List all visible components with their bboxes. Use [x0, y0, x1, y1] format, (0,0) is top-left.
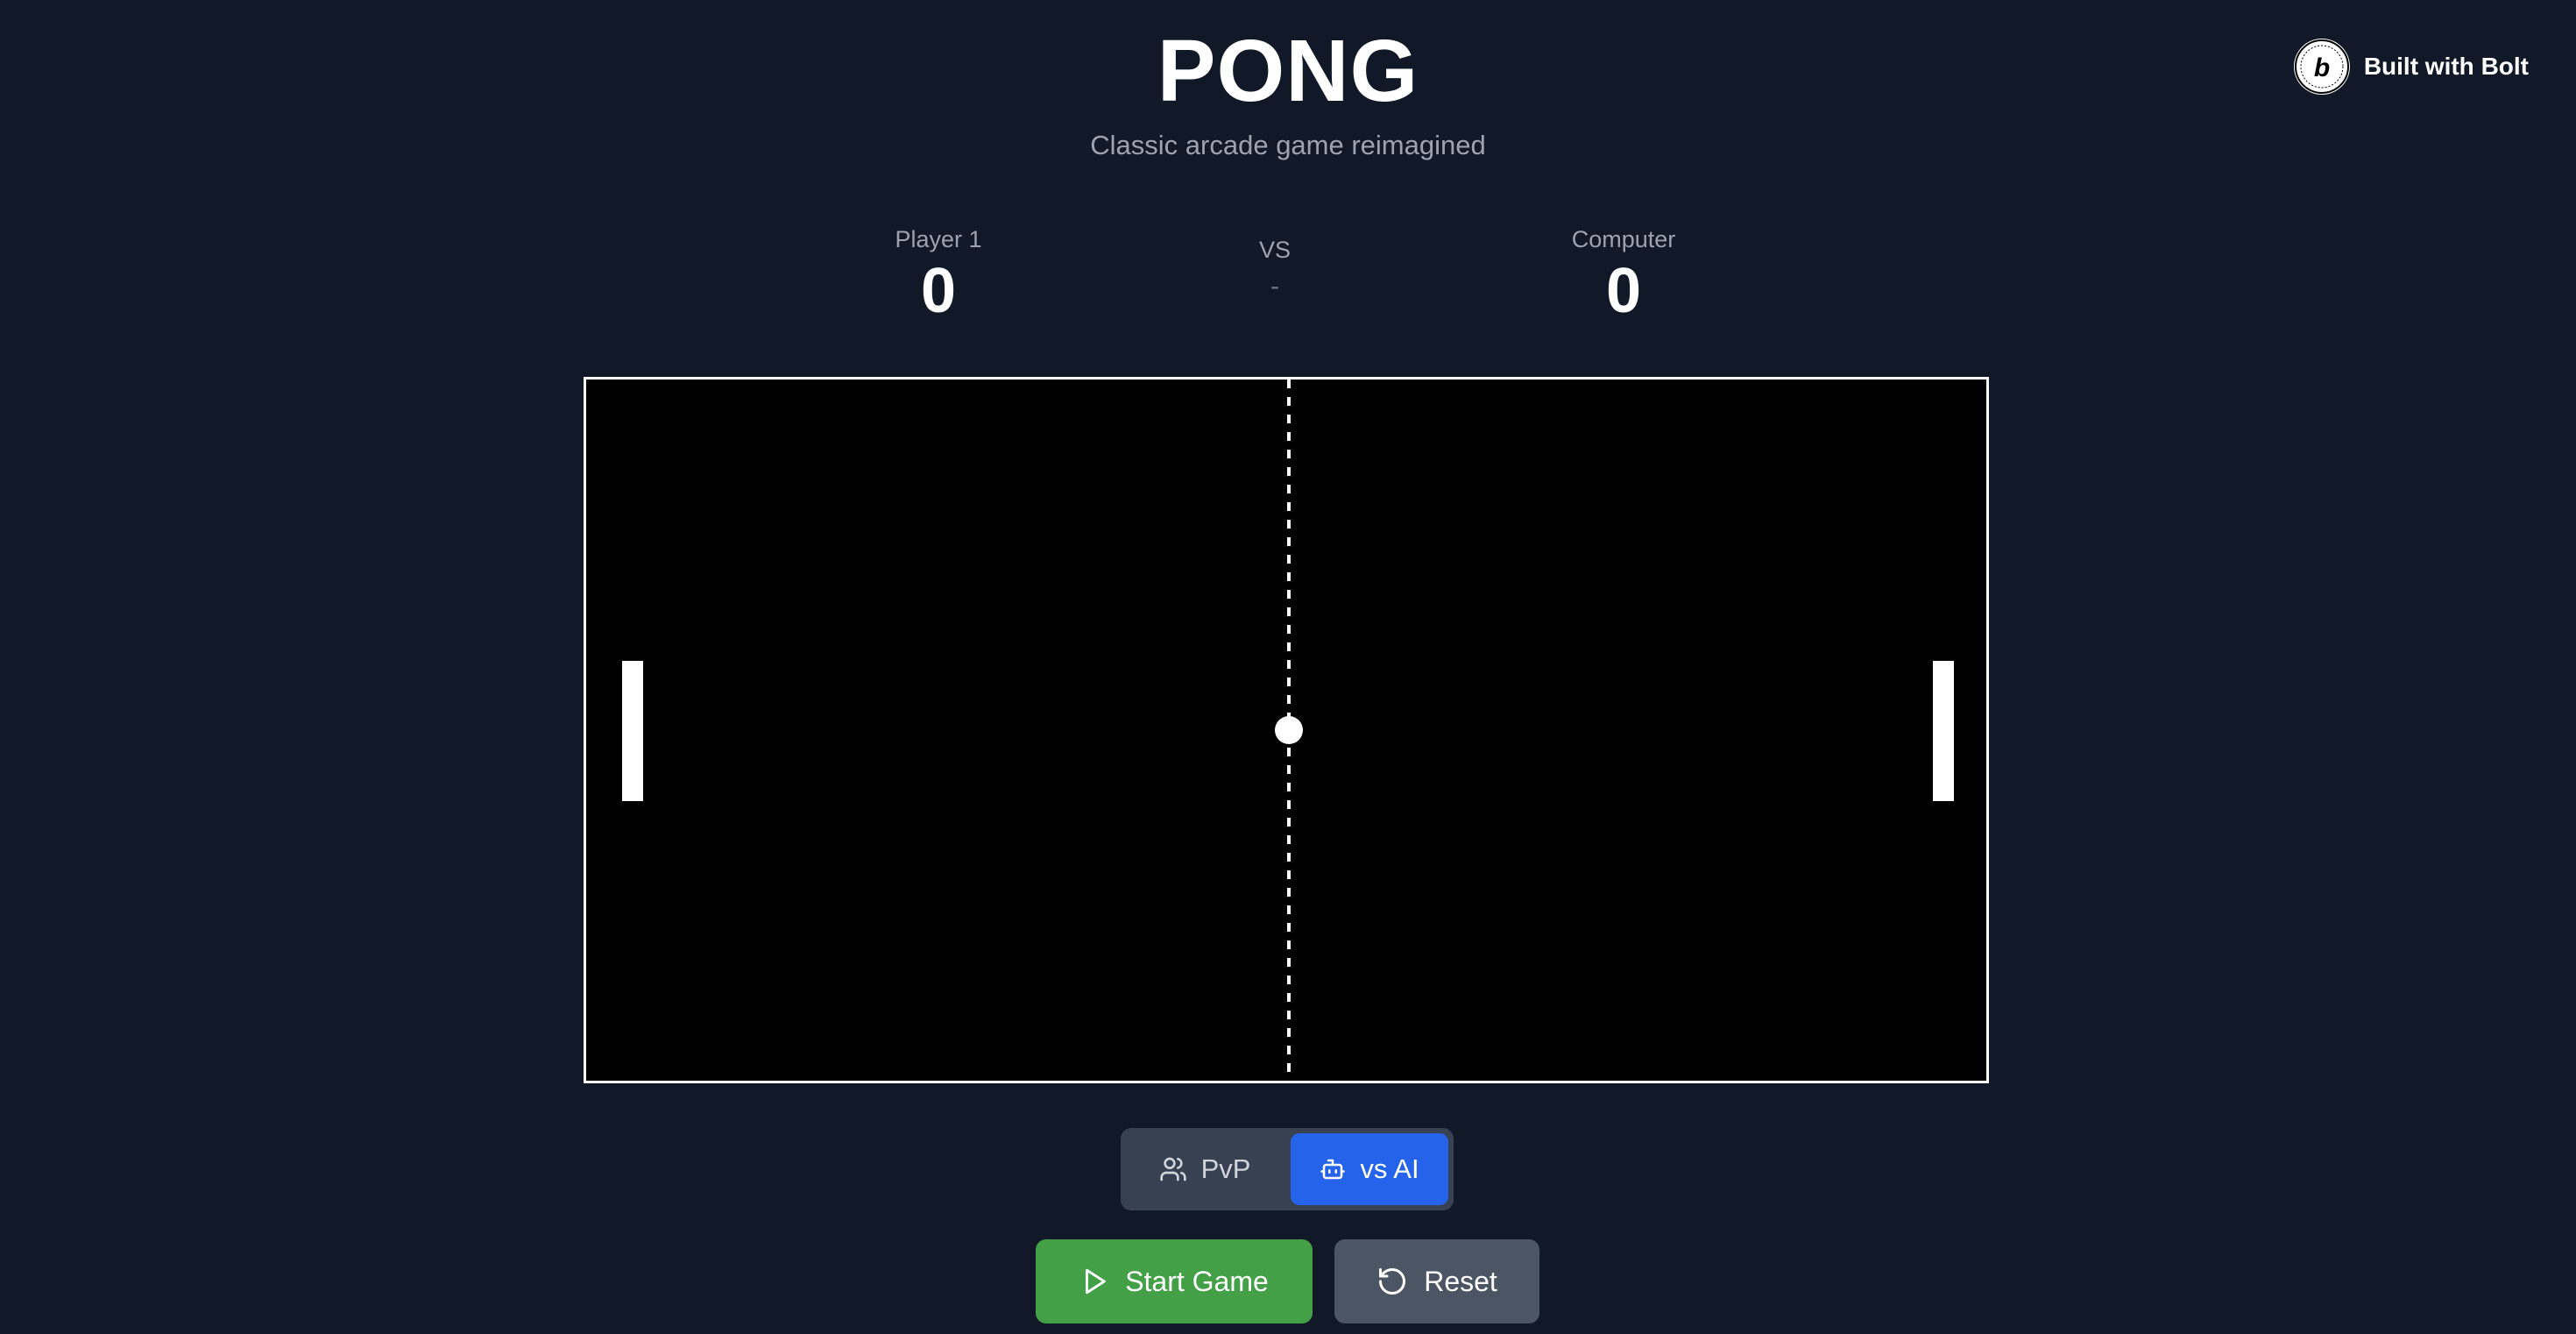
player2-label: Computer: [1571, 226, 1676, 252]
player1-score: 0: [920, 256, 957, 326]
player2-score: 0: [1605, 256, 1642, 326]
svg-text:b: b: [2314, 53, 2330, 82]
start-game-label: Start Game: [1125, 1265, 1269, 1297]
rotate-ccw-icon: [1376, 1266, 1408, 1297]
vs-status: -: [1270, 272, 1279, 301]
mode-vs-ai-button[interactable]: vs AI: [1291, 1133, 1448, 1205]
built-with-bolt-label: Built with Bolt: [2363, 53, 2529, 80]
bot-icon: [1320, 1156, 1346, 1182]
ball: [1275, 716, 1303, 744]
reset-button[interactable]: Reset: [1334, 1239, 1539, 1323]
start-game-button[interactable]: Start Game: [1036, 1239, 1313, 1323]
bolt-logo-icon: b: [2293, 39, 2350, 95]
built-with-bolt-badge[interactable]: b Built with Bolt: [2293, 39, 2529, 95]
vs-label: VS: [1258, 237, 1292, 263]
right-paddle: [1933, 661, 1954, 801]
mode-pvp-label: PvP: [1200, 1153, 1251, 1184]
player2-score-block: Computer 0: [1536, 224, 1711, 328]
left-paddle: [622, 661, 643, 801]
mode-toggle: PvP vs AI: [1121, 1128, 1454, 1210]
page-title: PONG: [1157, 22, 1419, 120]
game-board[interactable]: [584, 377, 1989, 1083]
play-icon: [1079, 1267, 1109, 1296]
page-subtitle: Classic arcade game reimagined: [1090, 130, 1486, 160]
mode-pvp-button[interactable]: PvP: [1126, 1133, 1284, 1205]
page: PONG Classic arcade game reimagined b Bu…: [0, 0, 2576, 1334]
player1-score-block: Player 1 0: [851, 224, 1026, 328]
player1-label: Player 1: [895, 226, 982, 252]
reset-label: Reset: [1424, 1265, 1497, 1297]
mode-vs-ai-label: vs AI: [1360, 1153, 1419, 1184]
vs-block: VS -: [1231, 235, 1319, 309]
users-icon: [1159, 1155, 1187, 1183]
